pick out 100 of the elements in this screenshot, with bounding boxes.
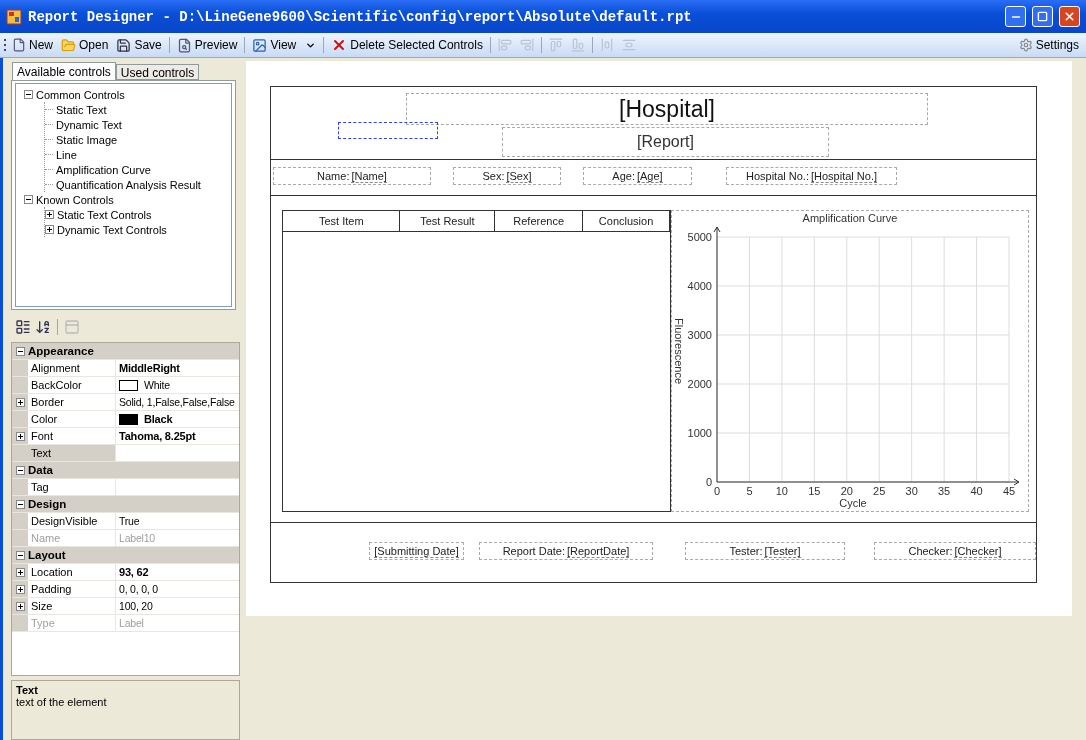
settings-icon (1018, 38, 1033, 52)
maximize-button[interactable] (1032, 6, 1053, 27)
axis-label: Fluorescence (673, 318, 685, 384)
expander-icon[interactable] (15, 601, 25, 611)
property-value[interactable]: Black (144, 413, 173, 425)
tree-item[interactable]: Known Controls (36, 193, 114, 206)
align-icon (548, 38, 563, 52)
settings-button[interactable]: Settings (1015, 34, 1082, 56)
toolbar-button[interactable]: Open (58, 34, 112, 56)
report-title-label: [Report] (502, 127, 829, 157)
expander-icon[interactable] (15, 550, 25, 560)
categorized-icon[interactable] (15, 319, 31, 335)
property-name[interactable]: Padding (28, 581, 116, 597)
expander-icon[interactable] (15, 465, 25, 475)
property-value[interactable]: 0, 0, 0, 0 (119, 583, 158, 595)
toolbar-icon (176, 37, 192, 53)
toolbar-icon (61, 37, 76, 53)
expander-icon[interactable] (15, 567, 25, 577)
property-name[interactable]: Border (28, 394, 116, 410)
field-value: [Tester] (764, 544, 801, 558)
field-value: [ReportDate] (567, 544, 630, 558)
property-value[interactable]: MiddleRight (119, 362, 180, 374)
selected-empty-label[interactable] (338, 122, 438, 139)
expander-icon[interactable] (15, 346, 25, 356)
property-name[interactable]: Location (28, 564, 116, 580)
property-name[interactable]: DesignVisible (28, 513, 116, 529)
field-label: Hospital No.: (746, 170, 809, 182)
property-name[interactable]: BackColor (28, 377, 116, 393)
app-icon (6, 8, 22, 25)
toolbar-button[interactable]: Save (113, 34, 165, 56)
tick-label: 2000 (687, 378, 712, 390)
toolbar-button[interactable]: Delete Selected Controls (328, 34, 486, 56)
category-label: Design (28, 498, 67, 510)
window-title: Report Designer - D:\LineGene9600\Scientific\config\report\Absolute\default.rpt (28, 8, 693, 25)
expander-icon[interactable] (45, 225, 54, 234)
tick-label: 0 (705, 476, 712, 488)
tick-label: 35 (938, 485, 951, 497)
category-label: Data (28, 464, 53, 476)
expander-icon[interactable] (24, 195, 33, 204)
toolbar-button[interactable]: View (249, 34, 320, 56)
tick-label: 5000 (687, 231, 712, 243)
column-header: Reference (495, 211, 584, 231)
toolbar-grip-icon (4, 38, 7, 52)
tree-item[interactable]: Dynamic Text (56, 118, 122, 131)
close-icon (1063, 10, 1076, 23)
property-name[interactable]: Font (28, 428, 116, 444)
property-value[interactable]: 93, 62 (119, 566, 149, 578)
property-name[interactable]: Alignment (28, 360, 116, 376)
expander-icon[interactable] (15, 584, 25, 594)
property-name[interactable]: Color (28, 411, 116, 427)
field-value: [Sex] (506, 169, 532, 183)
expander-icon[interactable] (45, 210, 54, 219)
field-value: [Age] (636, 169, 663, 183)
toolbar-button[interactable]: New (9, 34, 56, 56)
tick-label: 20 (840, 485, 853, 497)
toolbar-icon (252, 37, 268, 53)
field-value: [Hospital No.] (810, 169, 877, 183)
tree-item[interactable]: Static Image (56, 133, 118, 146)
property-value[interactable]: Solid, 1,False,False,False (119, 396, 235, 408)
tree-item[interactable]: Amplification Curve (56, 163, 151, 176)
tick-label: 25 (873, 485, 886, 497)
sort-icon[interactable] (35, 319, 51, 335)
tree-item[interactable]: Quantification Analysis Result (56, 178, 201, 191)
column-header: Test Result (400, 211, 496, 231)
expander-icon[interactable] (24, 90, 33, 99)
field-label: Name: (317, 170, 350, 182)
tree-item[interactable]: Dynamic Text Controls (57, 223, 167, 236)
expander-icon[interactable] (15, 397, 25, 407)
align-icon (519, 38, 534, 52)
tab[interactable]: Available controls (12, 62, 116, 80)
tree-item[interactable]: Line (56, 148, 77, 161)
property-value[interactable]: White (144, 379, 170, 391)
minimize-button[interactable] (1005, 6, 1026, 27)
expander-icon[interactable] (15, 431, 25, 441)
tick-label: 40 (970, 485, 983, 497)
category-label: Layout (28, 549, 66, 561)
chart-title: Amplification Curve (802, 212, 898, 224)
tick-label: 45 (1002, 485, 1016, 497)
field-value: [Checker] (954, 544, 1002, 558)
tick-label: 0 (713, 485, 721, 497)
column-header: Test Item (283, 211, 401, 231)
field-label: Tester: (729, 545, 763, 557)
property-name[interactable]: Tag (28, 479, 116, 495)
tick-label: 4000 (687, 280, 712, 292)
tree-item[interactable]: Static Text (56, 103, 107, 116)
tree-item[interactable]: Common Controls (36, 88, 125, 101)
description-title: Text (16, 684, 39, 696)
tree-item[interactable]: Static Text Controls (57, 208, 152, 221)
tab[interactable]: Used controls (115, 64, 200, 80)
close-button[interactable] (1059, 6, 1080, 27)
toolbar-button[interactable]: Preview (173, 34, 241, 56)
property-name[interactable]: Text (28, 445, 116, 461)
property-value[interactable]: True (119, 515, 140, 527)
property-value[interactable]: 100, 20 (119, 600, 153, 612)
field-value: [Name] (351, 169, 387, 183)
property-name[interactable]: Size (28, 598, 116, 614)
tick-label: 5 (746, 485, 753, 497)
expander-icon[interactable] (15, 499, 25, 509)
align-icon (621, 38, 636, 52)
property-value[interactable]: Tahoma, 8.25pt (119, 430, 196, 442)
